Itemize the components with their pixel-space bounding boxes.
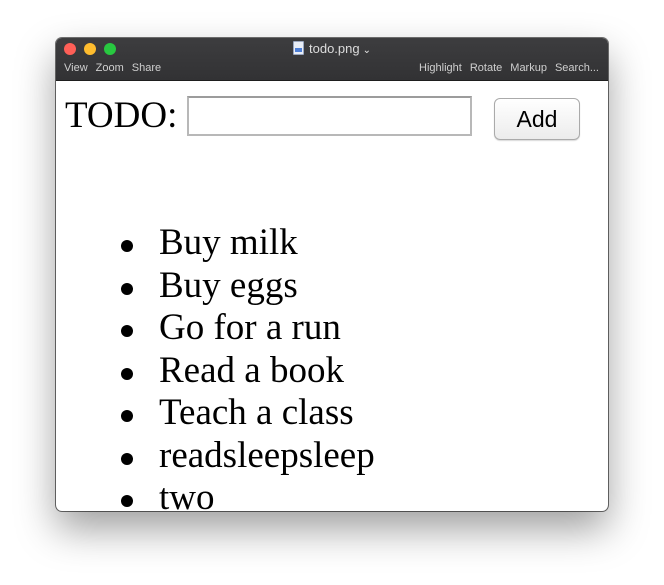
bullet-icon [121, 452, 133, 465]
toolbar-view[interactable]: View [64, 62, 88, 74]
todo-item-text: Read a book [159, 349, 344, 391]
title-bar: todo.png ⌄ View Zoom Share Highlight Rota… [56, 38, 608, 81]
toolbar-left: View Zoom Share [64, 62, 161, 74]
chevron-down-icon: ⌄ [362, 45, 371, 56]
toolbar-right: Highlight Rotate Markup Search... [419, 62, 599, 74]
todo-item-text: Go for a run [159, 307, 341, 348]
toolbar-markup[interactable]: Markup [510, 62, 547, 74]
todo-label: TODO: [65, 95, 178, 136]
bullet-icon [121, 367, 133, 380]
todo-item-text: two [159, 477, 215, 511]
preview-window: todo.png ⌄ View Zoom Share Highlight Rota… [56, 38, 608, 511]
toolbar-zoom[interactable]: Zoom [96, 62, 124, 74]
todo-item-text: Teach a class [159, 392, 354, 433]
todo-item-text: Buy eggs [159, 264, 298, 306]
image-content: TODO: Add Buy milk Buy eggs Go for a run… [56, 81, 608, 511]
toolbar-search[interactable]: Search... [555, 62, 599, 74]
toolbar-highlight[interactable]: Highlight [419, 62, 462, 74]
bullet-icon [121, 240, 133, 252]
bullet-icon [121, 410, 133, 422]
todo-item-text: Buy milk [159, 222, 298, 263]
todo-item-text: readsleepsleep [159, 434, 375, 476]
bullet-icon [121, 282, 133, 295]
bullet-icon [121, 325, 133, 337]
bullet-icon [121, 495, 133, 507]
todo-input[interactable] [187, 96, 472, 136]
image-file-icon [293, 41, 304, 55]
add-button[interactable]: Add [494, 98, 580, 140]
toolbar-share[interactable]: Share [132, 62, 161, 74]
window-title[interactable]: todo.png ⌄ [56, 41, 608, 56]
toolbar-rotate[interactable]: Rotate [470, 62, 502, 74]
window-title-text: todo.png [309, 41, 360, 56]
